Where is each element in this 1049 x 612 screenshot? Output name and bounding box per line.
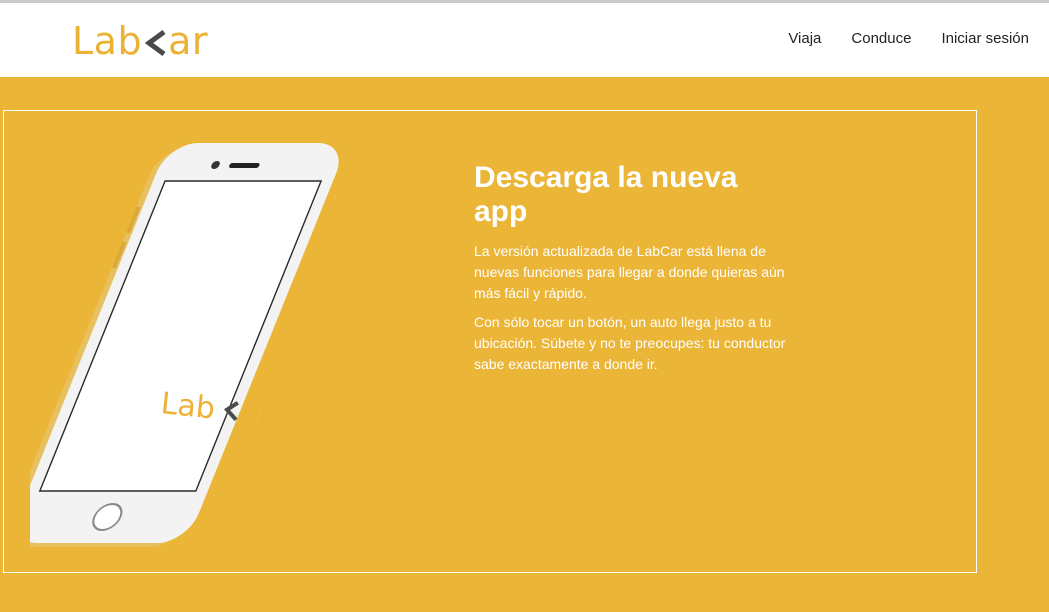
logo-text-prefix: Lab [72, 19, 143, 63]
labcar-logo[interactable]: Lab ar [72, 18, 208, 64]
nav-link-conduce[interactable]: Conduce [851, 30, 911, 47]
phone-logo-suffix: ar [239, 393, 274, 431]
phone-speaker [229, 163, 260, 168]
hero-paragraph: Con sólo tocar un botón, un auto llega j… [474, 314, 786, 372]
left-chevron-arrow-icon [144, 29, 166, 56]
nav-link-iniciar-sesion[interactable]: Iniciar sesión [941, 30, 1029, 47]
hero-paragraph: La versión actualizada de LabCar está ll… [474, 243, 785, 301]
main-nav: Viaja Conduce Iniciar sesión [788, 30, 1029, 47]
site-header: Lab ar Viaja Conduce Iniciar sesión [0, 3, 1049, 77]
phone-screen [38, 180, 323, 492]
logo-text-suffix: ar [168, 19, 208, 63]
phone-logo-prefix: Lab [159, 386, 217, 426]
hero-section: Lab ar Descarga la nueva app La versión … [0, 77, 1049, 612]
hero-content: Descarga la nueva app La versión actuali… [474, 161, 814, 383]
phone-illustration: Lab ar [30, 143, 339, 547]
hero-title: Descarga la nueva app [474, 161, 738, 228]
nav-link-viaja[interactable]: Viaja [788, 30, 821, 47]
